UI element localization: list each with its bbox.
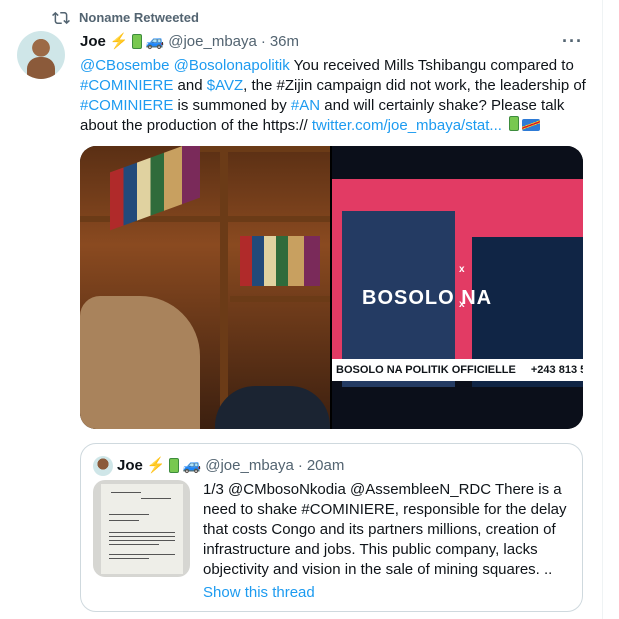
tweet-text-segment: and bbox=[173, 77, 207, 94]
media-photo-left[interactable] bbox=[80, 146, 330, 429]
battery-icon bbox=[509, 116, 520, 131]
quoted-author-name[interactable]: Joe bbox=[117, 457, 143, 474]
quoted-author-avatar[interactable] bbox=[93, 456, 113, 476]
battery-icon bbox=[168, 457, 179, 473]
ticker-label: BOSOLO NA POLITIK OFFICIELLE bbox=[336, 364, 516, 376]
retweet-icon bbox=[52, 11, 70, 25]
hashtag-link[interactable]: #COMINIERE bbox=[80, 77, 173, 94]
tweet-text-segment: , the #Zijin campaign did not work, the … bbox=[243, 77, 586, 94]
separator-dot: · bbox=[297, 456, 303, 474]
tweet-body: @CBosembe @Bosolonapolitik You received … bbox=[80, 56, 590, 136]
timeline-divider bbox=[602, 0, 603, 619]
car-emoji: 🚙 bbox=[145, 33, 165, 50]
quoted-media-thumbnail[interactable] bbox=[93, 480, 190, 577]
video-ticker: BOSOLO NA POLITIK OFFICIELLE +243 813 55… bbox=[332, 359, 583, 381]
hashtag-link[interactable]: #AN bbox=[291, 97, 320, 114]
cashtag-link[interactable]: $AVZ bbox=[207, 77, 243, 94]
battery-icon bbox=[131, 33, 142, 49]
mention-link[interactable]: @CBosembe bbox=[80, 57, 169, 74]
quoted-tweet-body: 1/3 @CMbosoNkodia @AssembleeN_RDC There … bbox=[203, 481, 567, 578]
tweet-timestamp[interactable]: 36m bbox=[270, 33, 299, 50]
lightning-emoji: ⚡ bbox=[146, 457, 166, 474]
show-thread-link[interactable]: Show this thread bbox=[203, 584, 315, 601]
lightning-emoji: ⚡ bbox=[109, 33, 129, 50]
author-avatar[interactable] bbox=[17, 31, 65, 79]
ticker-phone: +243 813 552 bbox=[530, 364, 583, 376]
media-photo-right[interactable]: BOSOLO NA x x BOSOLO NA POLITIK OFFICIEL… bbox=[332, 146, 583, 429]
overlay-x-mark: x bbox=[459, 264, 465, 275]
separator-dot: · bbox=[260, 32, 266, 50]
retweet-label: Noname Retweeted bbox=[79, 10, 199, 25]
mention-link[interactable]: @Bosolonapolitik bbox=[174, 57, 290, 74]
car-emoji: 🚙 bbox=[182, 457, 202, 474]
author-handle[interactable]: @joe_mbaya bbox=[168, 33, 257, 50]
quoted-author-handle[interactable]: @joe_mbaya bbox=[205, 457, 294, 474]
url-link[interactable]: twitter.com/joe_mbaya/stat... bbox=[312, 117, 502, 134]
quoted-tweet[interactable]: Joe ⚡ 🚙 @joe_mbaya · 20am 1/3 @CMbosoNko… bbox=[80, 443, 583, 612]
tweet-text-segment: is summoned by bbox=[173, 97, 291, 114]
tweet-media[interactable]: BOSOLO NA x x BOSOLO NA POLITIK OFFICIEL… bbox=[80, 146, 583, 429]
drc-flag-icon bbox=[522, 119, 541, 131]
tweet-text-segment: You received Mills Tshibangu compared to bbox=[289, 57, 574, 74]
tweet-header: Joe ⚡ 🚙 @joe_mbaya · 36m bbox=[80, 31, 299, 51]
quoted-tweet-header: Joe ⚡ 🚙 @joe_mbaya · 20am bbox=[117, 456, 345, 475]
video-overlay-text: BOSOLO NA bbox=[362, 287, 493, 309]
more-options-icon[interactable]: ··· bbox=[562, 31, 583, 52]
overlay-x-mark: x bbox=[459, 299, 465, 310]
author-name[interactable]: Joe bbox=[80, 33, 106, 50]
hashtag-link[interactable]: #COMINIERE bbox=[80, 97, 173, 114]
quoted-timestamp[interactable]: 20am bbox=[307, 457, 345, 474]
